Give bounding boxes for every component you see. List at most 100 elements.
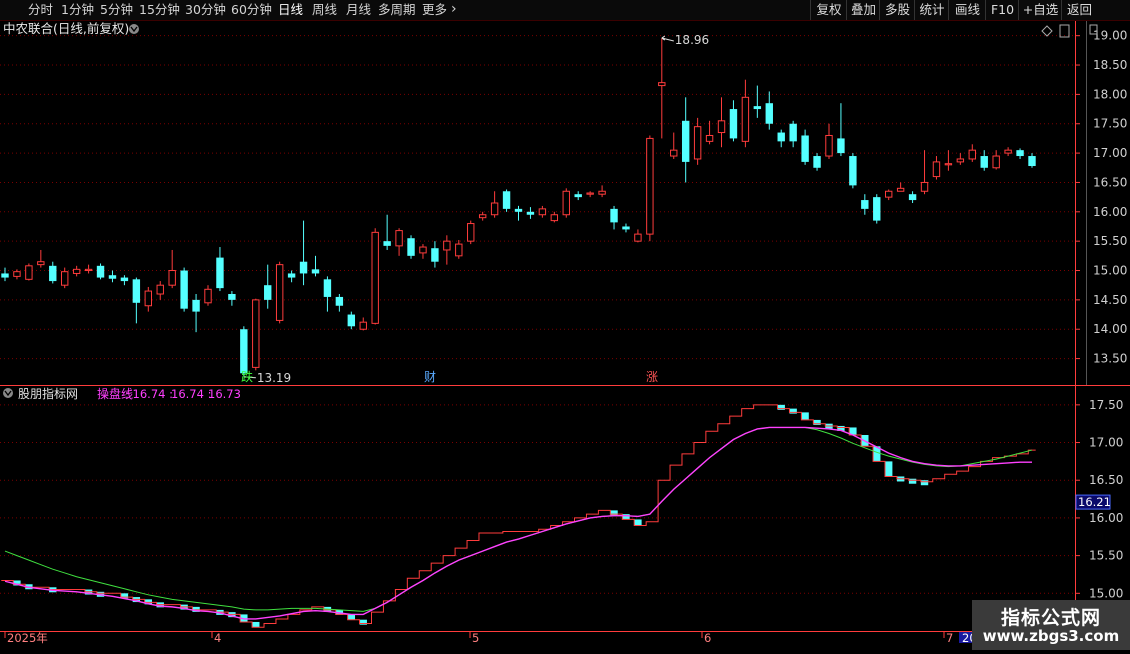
price-tick-label: 15.50 [1093,234,1127,248]
toolbar-button-5[interactable]: F10 [985,0,1019,20]
candle-body [825,134,833,157]
period-4[interactable]: 30分钟 [185,0,226,20]
candle-body [968,149,976,160]
price-tick-label: 17.00 [1093,146,1127,160]
candle-body [228,294,236,300]
low-label: 13.19 [257,371,291,385]
price-tick-label: 18.00 [1093,87,1127,101]
watermark-title: 指标公式网 [1000,607,1101,629]
period-7[interactable]: 周线 [312,0,337,20]
candle-body [753,106,762,110]
event-marker: 跌 [241,369,253,384]
period-6[interactable]: 日线 [278,0,303,20]
candle-body [526,211,535,215]
watermark-logo: 指标公式网 www.zbgs3.com [972,600,1130,650]
period-10[interactable]: 更多 [422,0,447,20]
candle-body [932,161,941,178]
candle-body [192,299,200,312]
candle-body [873,197,881,221]
high-label: 18.96 [675,33,709,47]
candle-body [741,96,750,142]
price-tick-label: 13.50 [1093,352,1127,366]
candle-body [180,270,188,309]
kline-chart[interactable]: 19.00 18.50 18.00 17.50 17.00 16.50 16.00 15.50… [0,21,1130,650]
price-tick-label: 16.00 [1093,205,1127,219]
candle-body [455,243,463,257]
candle-body [681,120,690,162]
indicator-tick-label: 15.00 [1089,586,1123,600]
candle-body [168,270,176,286]
toolbar-button-1[interactable]: 叠加 [846,0,880,20]
period-5[interactable]: 60分钟 [231,0,272,20]
indicator-tick-label: 15.50 [1089,549,1123,563]
candle-body [383,241,391,246]
toolbar-button-0[interactable]: 复权 [810,0,847,20]
candle-body [144,290,153,307]
period-2[interactable]: 5分钟 [100,0,133,20]
toolbar-button-2[interactable]: 多股 [879,0,915,20]
candle-body [204,288,212,304]
period-1[interactable]: 1分钟 [61,0,94,20]
period-0[interactable]: 分时 [28,0,53,20]
price-tick-label: 17.50 [1093,117,1127,131]
candle-body [240,329,248,374]
candle-body [813,156,821,168]
toolbar-button-7[interactable]: 返回 [1061,0,1097,20]
indicator-step-line [1,404,1036,628]
candle-body [920,181,929,192]
period-8[interactable]: 月线 [346,0,371,20]
candle-body [550,214,559,222]
candle-body [61,271,69,286]
period-3[interactable]: 15分钟 [139,0,180,20]
chevron-right-icon: › [451,1,457,17]
candle-body [407,238,415,256]
candle-body [287,273,296,278]
price-tick-label: 18.50 [1093,58,1127,72]
candle-body [419,246,427,254]
candle-body [467,223,475,242]
candle-body [729,109,738,139]
candle-body [705,134,714,142]
time-label: 6 [704,631,711,645]
candle-body [670,149,678,157]
candle-body [956,158,965,163]
candle-body [395,230,403,247]
indicator-value: 16.74 : [171,387,211,401]
toolbar-button-3[interactable]: 统计 [914,0,949,20]
candle-body [275,264,284,321]
candle-body [252,299,260,368]
candle-body [347,314,356,327]
indicator-dropdown-icon [3,388,13,398]
candle-body [908,194,917,201]
candle-body [1,273,9,278]
candle-body [13,271,21,277]
indicator-value: : 16.74 : [125,387,173,401]
candle-body [502,191,511,209]
candle-body [598,190,606,195]
candle-body [323,279,332,297]
candle-body [801,135,809,162]
candle-body [478,214,487,219]
candle-body [359,321,367,330]
candle-body [622,226,630,230]
indicator-block [908,478,917,484]
candle-body [610,208,618,223]
toolbar-button-6[interactable]: +自选 [1018,0,1062,20]
dropdown-icon [129,24,139,34]
candle-body [108,275,117,279]
price-tick-label: 14.00 [1093,322,1127,336]
indicator-title: 股朋指标网 [18,386,78,401]
candle-body [299,261,308,274]
period-9[interactable]: 多周期 [378,0,416,20]
candle-body [311,269,320,274]
candle-body [1004,149,1012,154]
candle-body [717,120,726,134]
candle-body [634,233,642,242]
candle-body [586,192,594,195]
candle-body [884,190,893,198]
indicator-block [920,480,929,486]
toolbar-button-4[interactable]: 画线 [948,0,986,20]
price-tick-label: 19.00 [1093,29,1127,43]
time-label: 2025年 [7,631,48,645]
price-tick-label: 15.00 [1093,264,1127,278]
